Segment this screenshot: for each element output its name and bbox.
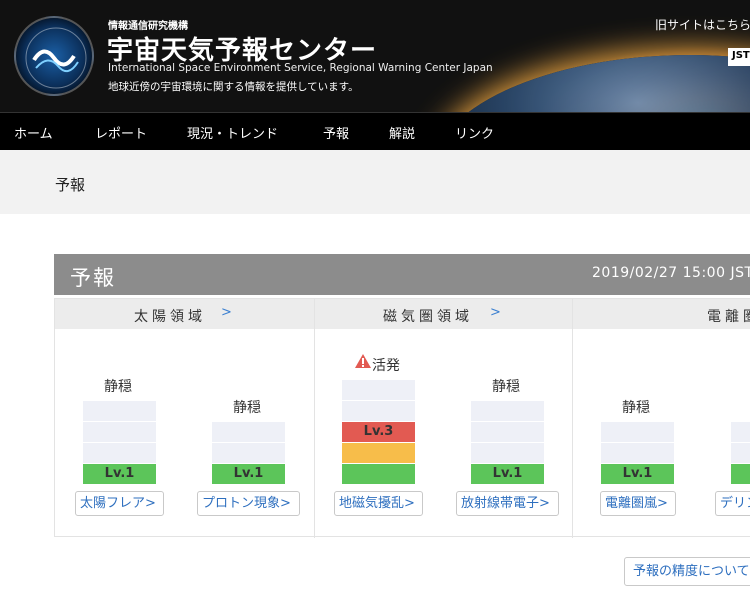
gauge-empty-cell bbox=[731, 422, 750, 442]
forecast-panel-header: 予報 2019/02/27 15:00 JST bbox=[54, 254, 750, 295]
nav-report[interactable]: レポート bbox=[95, 123, 147, 142]
site-description: 地球近傍の宇宙環境に関する情報を提供しています。 bbox=[108, 81, 359, 93]
gauge-empty-cell bbox=[601, 422, 674, 442]
forecast-title: 予報 bbox=[70, 266, 116, 290]
gauge-empty-cell bbox=[471, 422, 544, 442]
gauge-status-geomagnetic: 活発 bbox=[372, 358, 400, 374]
gauge-level-dellinger bbox=[731, 464, 750, 484]
gauge-empty-cell bbox=[83, 422, 156, 442]
old-site-link[interactable]: 旧サイトはこちら bbox=[655, 16, 750, 33]
section-solar[interactable]: 太陽領域 > bbox=[55, 299, 314, 329]
site-header: 情報通信研究機構 宇宙天気予報センター International Space … bbox=[0, 0, 750, 112]
gauge-level2-cell bbox=[342, 443, 415, 463]
gauge-empty-cell bbox=[83, 401, 156, 421]
gauge-empty-cell bbox=[212, 443, 285, 463]
gauge-level-solar-flare: Lv.1 bbox=[83, 464, 156, 484]
ionospheric-storm-button[interactable]: 電離圏嵐> bbox=[600, 491, 676, 516]
gauge-empty-cell bbox=[471, 443, 544, 463]
gauge-level1-cell bbox=[342, 464, 415, 484]
site-title-english: International Space Environment Service,… bbox=[108, 62, 493, 74]
section-solar-label: 太陽領域 bbox=[134, 309, 206, 325]
radiation-belt-button[interactable]: 放射線帯電子> bbox=[456, 491, 559, 516]
nav-status-trend[interactable]: 現況・トレンド bbox=[187, 123, 278, 142]
page-title: 予報 bbox=[55, 176, 86, 194]
nav-links[interactable]: リンク bbox=[455, 123, 494, 142]
main-nav: ホーム レポート 現況・トレンド 予報 解説 リンク bbox=[0, 112, 750, 150]
gauge-empty-cell bbox=[342, 401, 415, 421]
section-ionosphere[interactable]: 電離圏 bbox=[573, 299, 750, 329]
section-solar-arrow[interactable]: > bbox=[221, 305, 232, 320]
section-divider bbox=[572, 299, 573, 538]
gauge-empty-cell bbox=[212, 422, 285, 442]
jst-badge[interactable]: JST bbox=[728, 48, 750, 66]
gauge-empty-cell bbox=[601, 443, 674, 463]
forecast-timestamp: 2019/02/27 15:00 JST bbox=[592, 265, 750, 281]
gauge-status-radiation-belt: 静穏 bbox=[492, 379, 520, 395]
solar-flare-button[interactable]: 太陽フレア> bbox=[75, 491, 164, 516]
dellinger-button[interactable]: デリンジャー bbox=[715, 491, 750, 516]
gauge-status-ionospheric-storm: 静穏 bbox=[622, 400, 650, 416]
nav-home[interactable]: ホーム bbox=[14, 123, 53, 142]
gauge-empty-cell bbox=[83, 443, 156, 463]
gauge-empty-cell bbox=[471, 401, 544, 421]
section-magnetosphere[interactable]: 磁気圏領域 > bbox=[315, 299, 572, 329]
gauge-empty-cell bbox=[731, 443, 750, 463]
gauge-level-geomagnetic: Lv.3 bbox=[342, 422, 415, 442]
gauge-level-proton: Lv.1 bbox=[212, 464, 285, 484]
warning-triangle-icon bbox=[355, 354, 371, 368]
gauge-status-solar-flare: 静穏 bbox=[104, 379, 132, 395]
nav-forecast[interactable]: 予報 bbox=[323, 123, 349, 142]
section-magnetosphere-label: 磁気圏領域 bbox=[383, 309, 473, 325]
section-ionosphere-label: 電離圏 bbox=[707, 309, 750, 325]
gauge-level-ionospheric-storm: Lv.1 bbox=[601, 464, 674, 484]
nav-explanation[interactable]: 解説 bbox=[389, 123, 415, 142]
section-divider bbox=[314, 299, 315, 538]
gauge-level-radiation-belt: Lv.1 bbox=[471, 464, 544, 484]
gauge-status-proton: 静穏 bbox=[233, 400, 261, 416]
section-magnetosphere-arrow[interactable]: > bbox=[490, 305, 501, 320]
geomagnetic-storm-button[interactable]: 地磁気擾乱> bbox=[334, 491, 423, 516]
gauge-empty-cell bbox=[342, 380, 415, 400]
proton-event-button[interactable]: プロトン現象> bbox=[197, 491, 300, 516]
forecast-accuracy-button[interactable]: 予報の精度について bbox=[624, 557, 750, 586]
globe-wave-logo-icon[interactable] bbox=[14, 16, 94, 96]
page-title-band: 予報 bbox=[0, 150, 750, 214]
